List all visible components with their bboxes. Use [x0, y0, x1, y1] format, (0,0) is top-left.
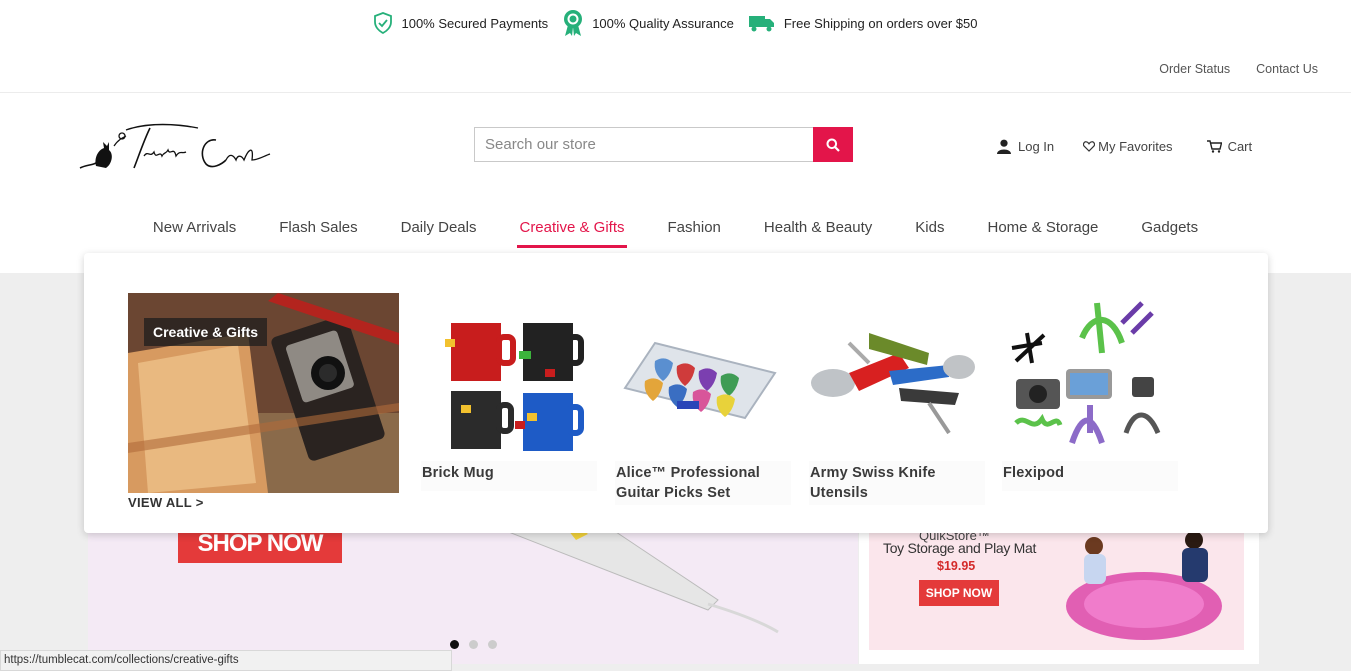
shield-check-icon [374, 12, 393, 34]
favorites-label: My Favorites [1098, 139, 1173, 154]
nav-item-health-beauty[interactable]: Health & Beauty [764, 212, 872, 248]
product-image [615, 293, 785, 461]
utility-links: Order Status Contact Us [1159, 62, 1318, 76]
nav-item-gadgets[interactable]: Gadgets [1141, 212, 1198, 248]
product-card-guitar-picks[interactable]: Alice™ Professional Guitar Picks Set [615, 293, 791, 505]
product-image [809, 293, 979, 461]
login-label: Log In [1018, 139, 1055, 154]
contact-us-link[interactable]: Contact Us [1256, 62, 1318, 76]
carousel-dot[interactable] [450, 640, 459, 649]
side-price: $19.95 [937, 559, 976, 573]
nav-item-fashion[interactable]: Fashion [668, 212, 721, 248]
account-links: Log In My Favorites Cart [996, 139, 1252, 154]
favorites-link[interactable]: My Favorites [1083, 139, 1173, 154]
cart-link[interactable]: Cart [1206, 139, 1253, 154]
search-button[interactable] [813, 127, 853, 162]
nav-item-daily-deals[interactable]: Daily Deals [401, 212, 477, 248]
search-input[interactable] [474, 127, 813, 162]
product-card-brick-mug[interactable]: Brick Mug [421, 293, 597, 491]
trust-item-shipping: Free Shipping on orders over $50 [748, 14, 978, 32]
user-icon [997, 139, 1011, 154]
feature-image[interactable]: Creative & Gifts [128, 293, 399, 493]
guitar-picks-image [623, 341, 777, 420]
nav-item-kids[interactable]: Kids [915, 212, 944, 248]
cat-logo-icon [79, 123, 271, 169]
view-all-link[interactable]: VIEW ALL > [128, 495, 204, 510]
nav-item-creative-gifts[interactable]: Creative & Gifts [517, 212, 627, 248]
main-nav: New Arrivals Flash Sales Daily Deals Cre… [0, 212, 1351, 248]
search-bar [474, 127, 853, 162]
product-image [1002, 293, 1172, 461]
browser-status-bar: https://tumblecat.com/collections/creati… [0, 650, 452, 671]
product-name: Flexipod [1002, 461, 1178, 491]
search-icon [826, 138, 840, 152]
trust-label: 100% Quality Assurance [592, 15, 734, 31]
swiss-knife-image [811, 333, 975, 435]
carousel-dots [450, 640, 497, 649]
side-title: Toy Storage and Play Mat [883, 540, 1037, 556]
product-name: Army Swiss Knife Utensils [809, 461, 985, 505]
feature-tag: Creative & Gifts [144, 318, 268, 346]
nav-item-home-storage[interactable]: Home & Storage [987, 212, 1098, 248]
trust-item-quality: 100% Quality Assurance [562, 9, 734, 37]
trust-label: Free Shipping on orders over $50 [783, 15, 978, 31]
glue-gun-image [478, 520, 779, 634]
product-image [421, 293, 591, 461]
mega-menu: Creative & Gifts VIEW ALL > Brick Mug Al… [84, 253, 1268, 533]
carousel-dot[interactable] [469, 640, 478, 649]
trust-item-secured: 100% Secured Payments [373, 12, 548, 34]
product-card-army-knife[interactable]: Army Swiss Knife Utensils [809, 293, 985, 505]
order-status-link[interactable]: Order Status [1159, 62, 1230, 76]
product-name: Alice™ Professional Guitar Picks Set [615, 461, 791, 505]
login-link[interactable]: Log In [996, 139, 1054, 154]
header-divider [0, 92, 1351, 93]
award-badge-icon [564, 10, 583, 36]
heart-icon [1083, 141, 1096, 152]
play-mat-image [1066, 531, 1222, 640]
brick-mug-image [445, 323, 584, 451]
trust-label: 100% Secured Payments [401, 15, 549, 31]
cart-label: Cart [1227, 139, 1253, 154]
product-name: Brick Mug [421, 461, 597, 491]
carousel-dot[interactable] [488, 640, 497, 649]
product-card-flexipod[interactable]: Flexipod [1002, 293, 1178, 491]
logo[interactable] [78, 120, 274, 176]
trust-bar: 100% Secured Payments 100% Quality Assur… [0, 0, 1351, 46]
flexipod-image [1011, 301, 1161, 444]
nav-item-flash-sales[interactable]: Flash Sales [279, 212, 357, 248]
side-shop-now-button[interactable]: SHOP NOW [919, 580, 999, 606]
cart-icon [1206, 140, 1222, 153]
nav-item-new-arrivals[interactable]: New Arrivals [153, 212, 236, 248]
delivery-truck-icon [748, 16, 774, 32]
